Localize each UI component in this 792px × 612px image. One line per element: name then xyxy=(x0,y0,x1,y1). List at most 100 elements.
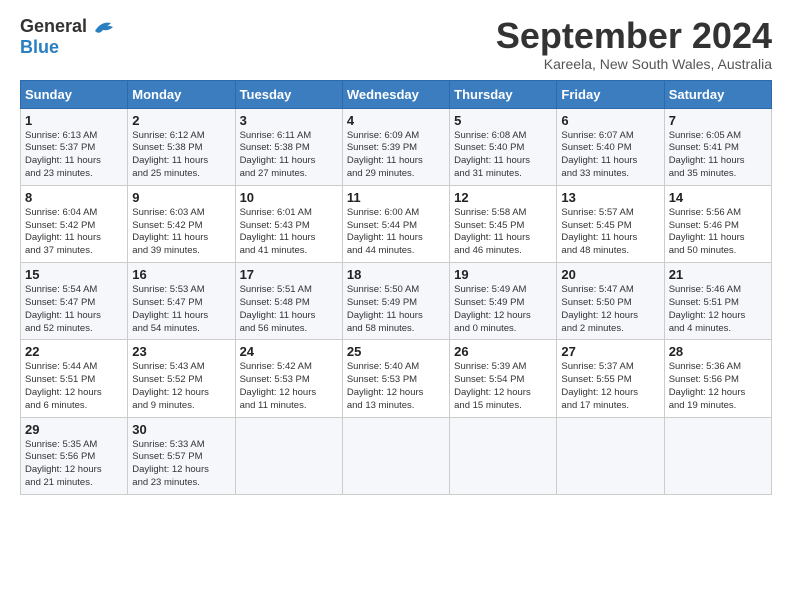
logo-bird-icon xyxy=(91,17,119,37)
day-info: Sunrise: 6:12 AMSunset: 5:38 PMDaylight:… xyxy=(132,130,230,181)
day-info: Sunrise: 5:35 AMSunset: 5:56 PMDaylight:… xyxy=(25,439,123,490)
calendar-cell: 29 Sunrise: 5:35 AMSunset: 5:56 PMDayligh… xyxy=(21,417,128,494)
calendar-cell: 25Sunrise: 5:40 AMSunset: 5:53 PMDayligh… xyxy=(342,340,449,417)
calendar-cell: 27 Sunrise: 5:37 AMSunset: 5:55 PMDayligh… xyxy=(557,340,664,417)
calendar-cell: 14Sunrise: 5:56 AMSunset: 5:46 PMDayligh… xyxy=(664,185,771,262)
calendar-cell: 24 Sunrise: 5:42 AMSunset: 5:53 PMDayligh… xyxy=(235,340,342,417)
day-info: Sunrise: 5:44 AMSunset: 5:51 PMDaylight:… xyxy=(25,361,123,412)
calendar-cell: 11 Sunrise: 6:00 AMSunset: 5:44 PMDayligh… xyxy=(342,185,449,262)
calendar-cell: 23 Sunrise: 5:43 AMSunset: 5:52 PMDayligh… xyxy=(128,340,235,417)
title-section: September 2024 Kareela, New South Wales,… xyxy=(496,16,772,72)
calendar-week-row: 15Sunrise: 5:54 AMSunset: 5:47 PMDayligh… xyxy=(21,263,772,340)
day-info: Sunrise: 5:39 AMSunset: 5:54 PMDaylight:… xyxy=(454,361,552,412)
day-info: Sunrise: 6:13 AMSunset: 5:37 PMDaylight:… xyxy=(25,130,123,181)
day-info: Sunrise: 5:46 AMSunset: 5:51 PMDaylight:… xyxy=(669,284,767,335)
calendar-cell: 5 Sunrise: 6:08 AMSunset: 5:40 PMDaylight… xyxy=(450,108,557,185)
logo-general-text: General xyxy=(20,16,87,37)
calendar-cell: 18Sunrise: 5:50 AMSunset: 5:49 PMDayligh… xyxy=(342,263,449,340)
day-info: Sunrise: 5:36 AMSunset: 5:56 PMDaylight:… xyxy=(669,361,767,412)
day-info: Sunrise: 5:53 AMSunset: 5:47 PMDaylight:… xyxy=(132,284,230,335)
calendar-cell: 13 Sunrise: 5:57 AMSunset: 5:45 PMDayligh… xyxy=(557,185,664,262)
day-number: 9 xyxy=(132,190,230,205)
day-info: Sunrise: 5:51 AMSunset: 5:48 PMDaylight:… xyxy=(240,284,338,335)
calendar-cell: 22 Sunrise: 5:44 AMSunset: 5:51 PMDayligh… xyxy=(21,340,128,417)
day-info: Sunrise: 6:08 AMSunset: 5:40 PMDaylight:… xyxy=(454,130,552,181)
day-number: 27 xyxy=(561,344,659,359)
day-info: Sunrise: 5:33 AMSunset: 5:57 PMDaylight:… xyxy=(132,439,230,490)
calendar-cell: 20 Sunrise: 5:47 AMSunset: 5:50 PMDayligh… xyxy=(557,263,664,340)
calendar-cell: 1 Sunrise: 6:13 AMSunset: 5:37 PMDaylight… xyxy=(21,108,128,185)
day-info: Sunrise: 5:37 AMSunset: 5:55 PMDaylight:… xyxy=(561,361,659,412)
day-number: 23 xyxy=(132,344,230,359)
calendar-subtitle: Kareela, New South Wales, Australia xyxy=(496,56,772,72)
day-number: 1 xyxy=(25,113,123,128)
day-number: 3 xyxy=(240,113,338,128)
calendar-cell: 30 Sunrise: 5:33 AMSunset: 5:57 PMDayligh… xyxy=(128,417,235,494)
day-number: 30 xyxy=(132,422,230,437)
day-number: 17 xyxy=(240,267,338,282)
day-number: 28 xyxy=(669,344,767,359)
logo: General Blue xyxy=(20,16,119,58)
calendar-week-row: 22 Sunrise: 5:44 AMSunset: 5:51 PMDayligh… xyxy=(21,340,772,417)
day-number: 20 xyxy=(561,267,659,282)
day-number: 11 xyxy=(347,190,445,205)
calendar-cell: 2 Sunrise: 6:12 AMSunset: 5:38 PMDaylight… xyxy=(128,108,235,185)
day-number: 10 xyxy=(240,190,338,205)
header-day-wednesday: Wednesday xyxy=(342,80,449,108)
calendar-cell: 12Sunrise: 5:58 AMSunset: 5:45 PMDayligh… xyxy=(450,185,557,262)
calendar-cell: 15Sunrise: 5:54 AMSunset: 5:47 PMDayligh… xyxy=(21,263,128,340)
day-info: Sunrise: 5:47 AMSunset: 5:50 PMDaylight:… xyxy=(561,284,659,335)
day-number: 26 xyxy=(454,344,552,359)
day-info: Sunrise: 6:04 AMSunset: 5:42 PMDaylight:… xyxy=(25,207,123,258)
day-number: 21 xyxy=(669,267,767,282)
day-info: Sunrise: 5:42 AMSunset: 5:53 PMDaylight:… xyxy=(240,361,338,412)
calendar-cell: 26 Sunrise: 5:39 AMSunset: 5:54 PMDayligh… xyxy=(450,340,557,417)
day-info: Sunrise: 6:00 AMSunset: 5:44 PMDaylight:… xyxy=(347,207,445,258)
calendar-header-row: SundayMondayTuesdayWednesdayThursdayFrid… xyxy=(21,80,772,108)
calendar-cell xyxy=(342,417,449,494)
day-number: 22 xyxy=(25,344,123,359)
day-number: 24 xyxy=(240,344,338,359)
day-info: Sunrise: 5:57 AMSunset: 5:45 PMDaylight:… xyxy=(561,207,659,258)
calendar-week-row: 29 Sunrise: 5:35 AMSunset: 5:56 PMDayligh… xyxy=(21,417,772,494)
calendar-cell: 19Sunrise: 5:49 AMSunset: 5:49 PMDayligh… xyxy=(450,263,557,340)
calendar-cell: 4 Sunrise: 6:09 AMSunset: 5:39 PMDaylight… xyxy=(342,108,449,185)
header-day-monday: Monday xyxy=(128,80,235,108)
day-info: Sunrise: 6:11 AMSunset: 5:38 PMDaylight:… xyxy=(240,130,338,181)
day-number: 13 xyxy=(561,190,659,205)
day-number: 19 xyxy=(454,267,552,282)
day-number: 5 xyxy=(454,113,552,128)
calendar-cell xyxy=(450,417,557,494)
calendar-cell: 10 Sunrise: 6:01 AMSunset: 5:43 PMDayligh… xyxy=(235,185,342,262)
day-number: 29 xyxy=(25,422,123,437)
calendar-cell: 28 Sunrise: 5:36 AMSunset: 5:56 PMDayligh… xyxy=(664,340,771,417)
calendar-cell: 16 Sunrise: 5:53 AMSunset: 5:47 PMDayligh… xyxy=(128,263,235,340)
day-number: 2 xyxy=(132,113,230,128)
day-number: 6 xyxy=(561,113,659,128)
day-info: Sunrise: 5:43 AMSunset: 5:52 PMDaylight:… xyxy=(132,361,230,412)
calendar-cell: 6 Sunrise: 6:07 AMSunset: 5:40 PMDaylight… xyxy=(557,108,664,185)
day-info: Sunrise: 6:01 AMSunset: 5:43 PMDaylight:… xyxy=(240,207,338,258)
header: General Blue September 2024 Kareela, New… xyxy=(20,16,772,72)
day-info: Sunrise: 5:54 AMSunset: 5:47 PMDaylight:… xyxy=(25,284,123,335)
calendar-cell: 17 Sunrise: 5:51 AMSunset: 5:48 PMDayligh… xyxy=(235,263,342,340)
calendar-title: September 2024 xyxy=(496,16,772,56)
calendar-cell: 3 Sunrise: 6:11 AMSunset: 5:38 PMDaylight… xyxy=(235,108,342,185)
day-number: 16 xyxy=(132,267,230,282)
calendar-cell xyxy=(235,417,342,494)
day-info: Sunrise: 5:56 AMSunset: 5:46 PMDaylight:… xyxy=(669,207,767,258)
header-day-tuesday: Tuesday xyxy=(235,80,342,108)
day-info: Sunrise: 6:09 AMSunset: 5:39 PMDaylight:… xyxy=(347,130,445,181)
calendar-cell: 9Sunrise: 6:03 AMSunset: 5:42 PMDaylight… xyxy=(128,185,235,262)
header-day-friday: Friday xyxy=(557,80,664,108)
day-number: 4 xyxy=(347,113,445,128)
calendar-cell: 7Sunrise: 6:05 AMSunset: 5:41 PMDaylight… xyxy=(664,108,771,185)
day-info: Sunrise: 6:05 AMSunset: 5:41 PMDaylight:… xyxy=(669,130,767,181)
day-info: Sunrise: 5:50 AMSunset: 5:49 PMDaylight:… xyxy=(347,284,445,335)
calendar-cell xyxy=(557,417,664,494)
calendar-cell: 21 Sunrise: 5:46 AMSunset: 5:51 PMDayligh… xyxy=(664,263,771,340)
calendar-week-row: 8Sunrise: 6:04 AMSunset: 5:42 PMDaylight… xyxy=(21,185,772,262)
header-day-saturday: Saturday xyxy=(664,80,771,108)
day-info: Sunrise: 5:40 AMSunset: 5:53 PMDaylight:… xyxy=(347,361,445,412)
day-info: Sunrise: 6:07 AMSunset: 5:40 PMDaylight:… xyxy=(561,130,659,181)
